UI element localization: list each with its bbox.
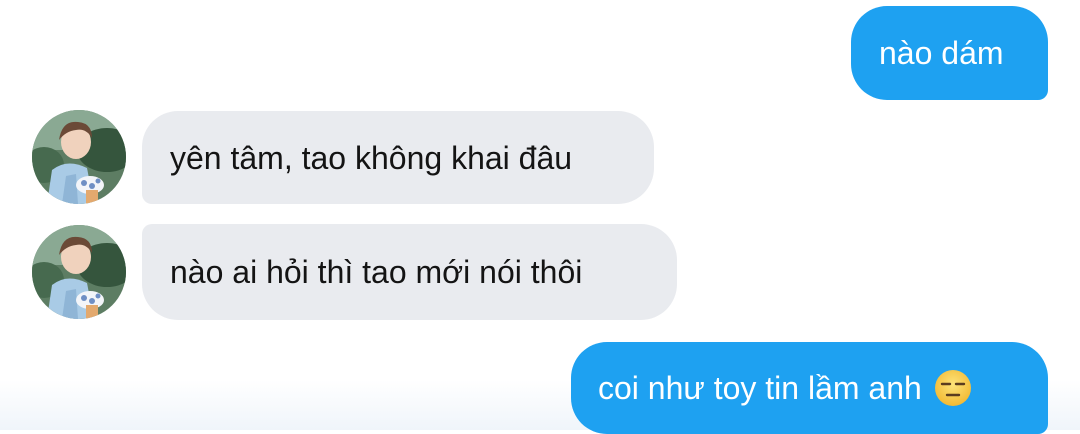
incoming-message-bubble[interactable]: yên tâm, tao không khai đâu: [142, 111, 654, 204]
outgoing-message-bubble[interactable]: nào dám: [851, 6, 1048, 100]
chat-thread: nào dám yên tâm, tao không khai đâu nào …: [0, 0, 1080, 434]
message-text: nào ai hỏi thì tao mới nói thôi: [170, 254, 583, 290]
avatar-photo-icon: [32, 225, 126, 319]
avatar-photo-icon: [32, 110, 126, 204]
expressionless-face-icon: [934, 370, 971, 406]
outgoing-message-bubble[interactable]: coi như toy tin lầm anh: [571, 342, 1048, 434]
message-text: yên tâm, tao không khai đâu: [170, 139, 573, 176]
message-text: nào dám: [879, 35, 1004, 71]
contact-avatar[interactable]: [32, 225, 126, 319]
message-text: coi như toy tin lầm anh: [598, 370, 922, 406]
incoming-message-bubble[interactable]: nào ai hỏi thì tao mới nói thôi: [142, 224, 677, 320]
contact-avatar[interactable]: [32, 110, 126, 204]
